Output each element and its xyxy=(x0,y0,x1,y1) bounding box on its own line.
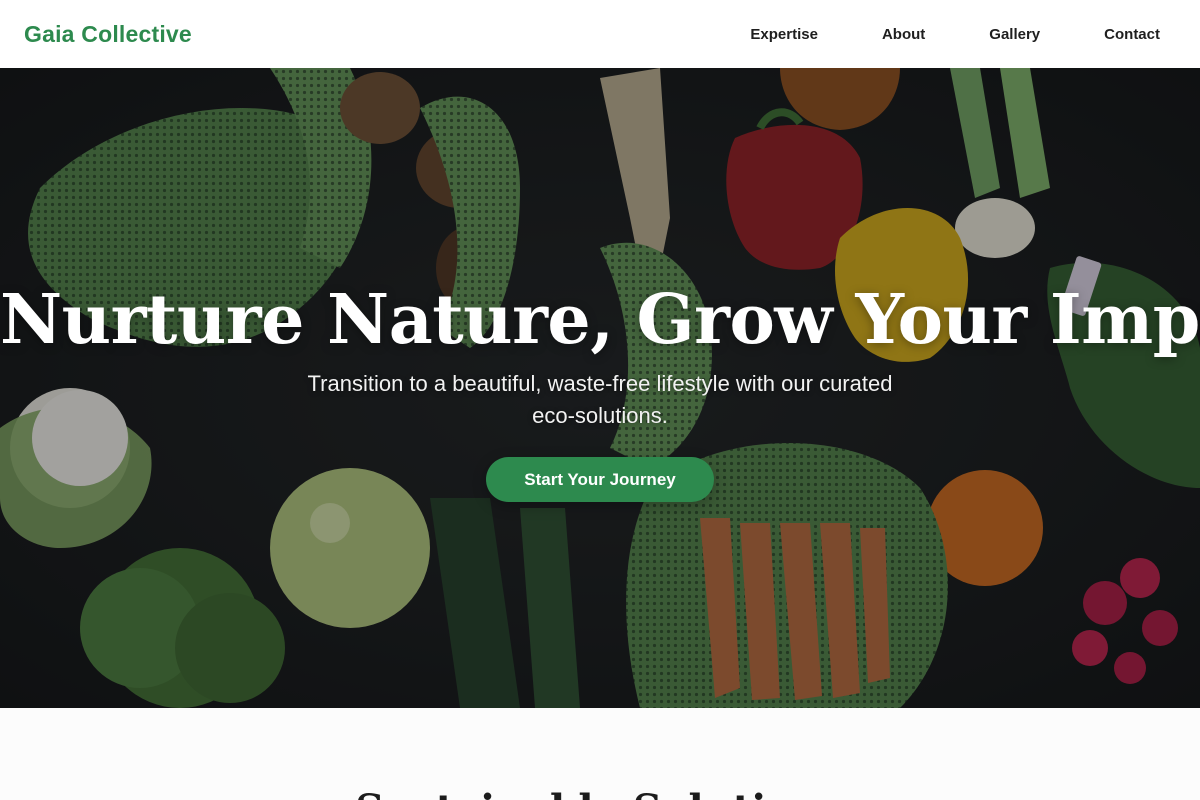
nav-links: Expertise About Gallery Contact xyxy=(750,26,1176,43)
brand-logo[interactable]: Gaia Collective xyxy=(24,21,192,48)
nav-link-gallery[interactable]: Gallery xyxy=(989,26,1040,43)
solutions-section: Sustainable Solutions xyxy=(0,708,1200,800)
nav-link-contact[interactable]: Contact xyxy=(1104,26,1160,43)
nav-link-about[interactable]: About xyxy=(882,26,925,43)
start-journey-button[interactable]: Start Your Journey xyxy=(486,457,714,502)
nav-link-expertise[interactable]: Expertise xyxy=(750,26,818,43)
hero-subtitle: Transition to a beautiful, waste-free li… xyxy=(307,371,893,428)
section-title: Sustainable Solutions xyxy=(0,786,1200,800)
hero-section: Nurture Nature, Grow Your Impact. Transi… xyxy=(0,68,1200,708)
hero-title: Nurture Nature, Grow Your Impact. xyxy=(0,280,1200,360)
top-navbar: Gaia Collective Expertise About Gallery … xyxy=(0,0,1200,68)
